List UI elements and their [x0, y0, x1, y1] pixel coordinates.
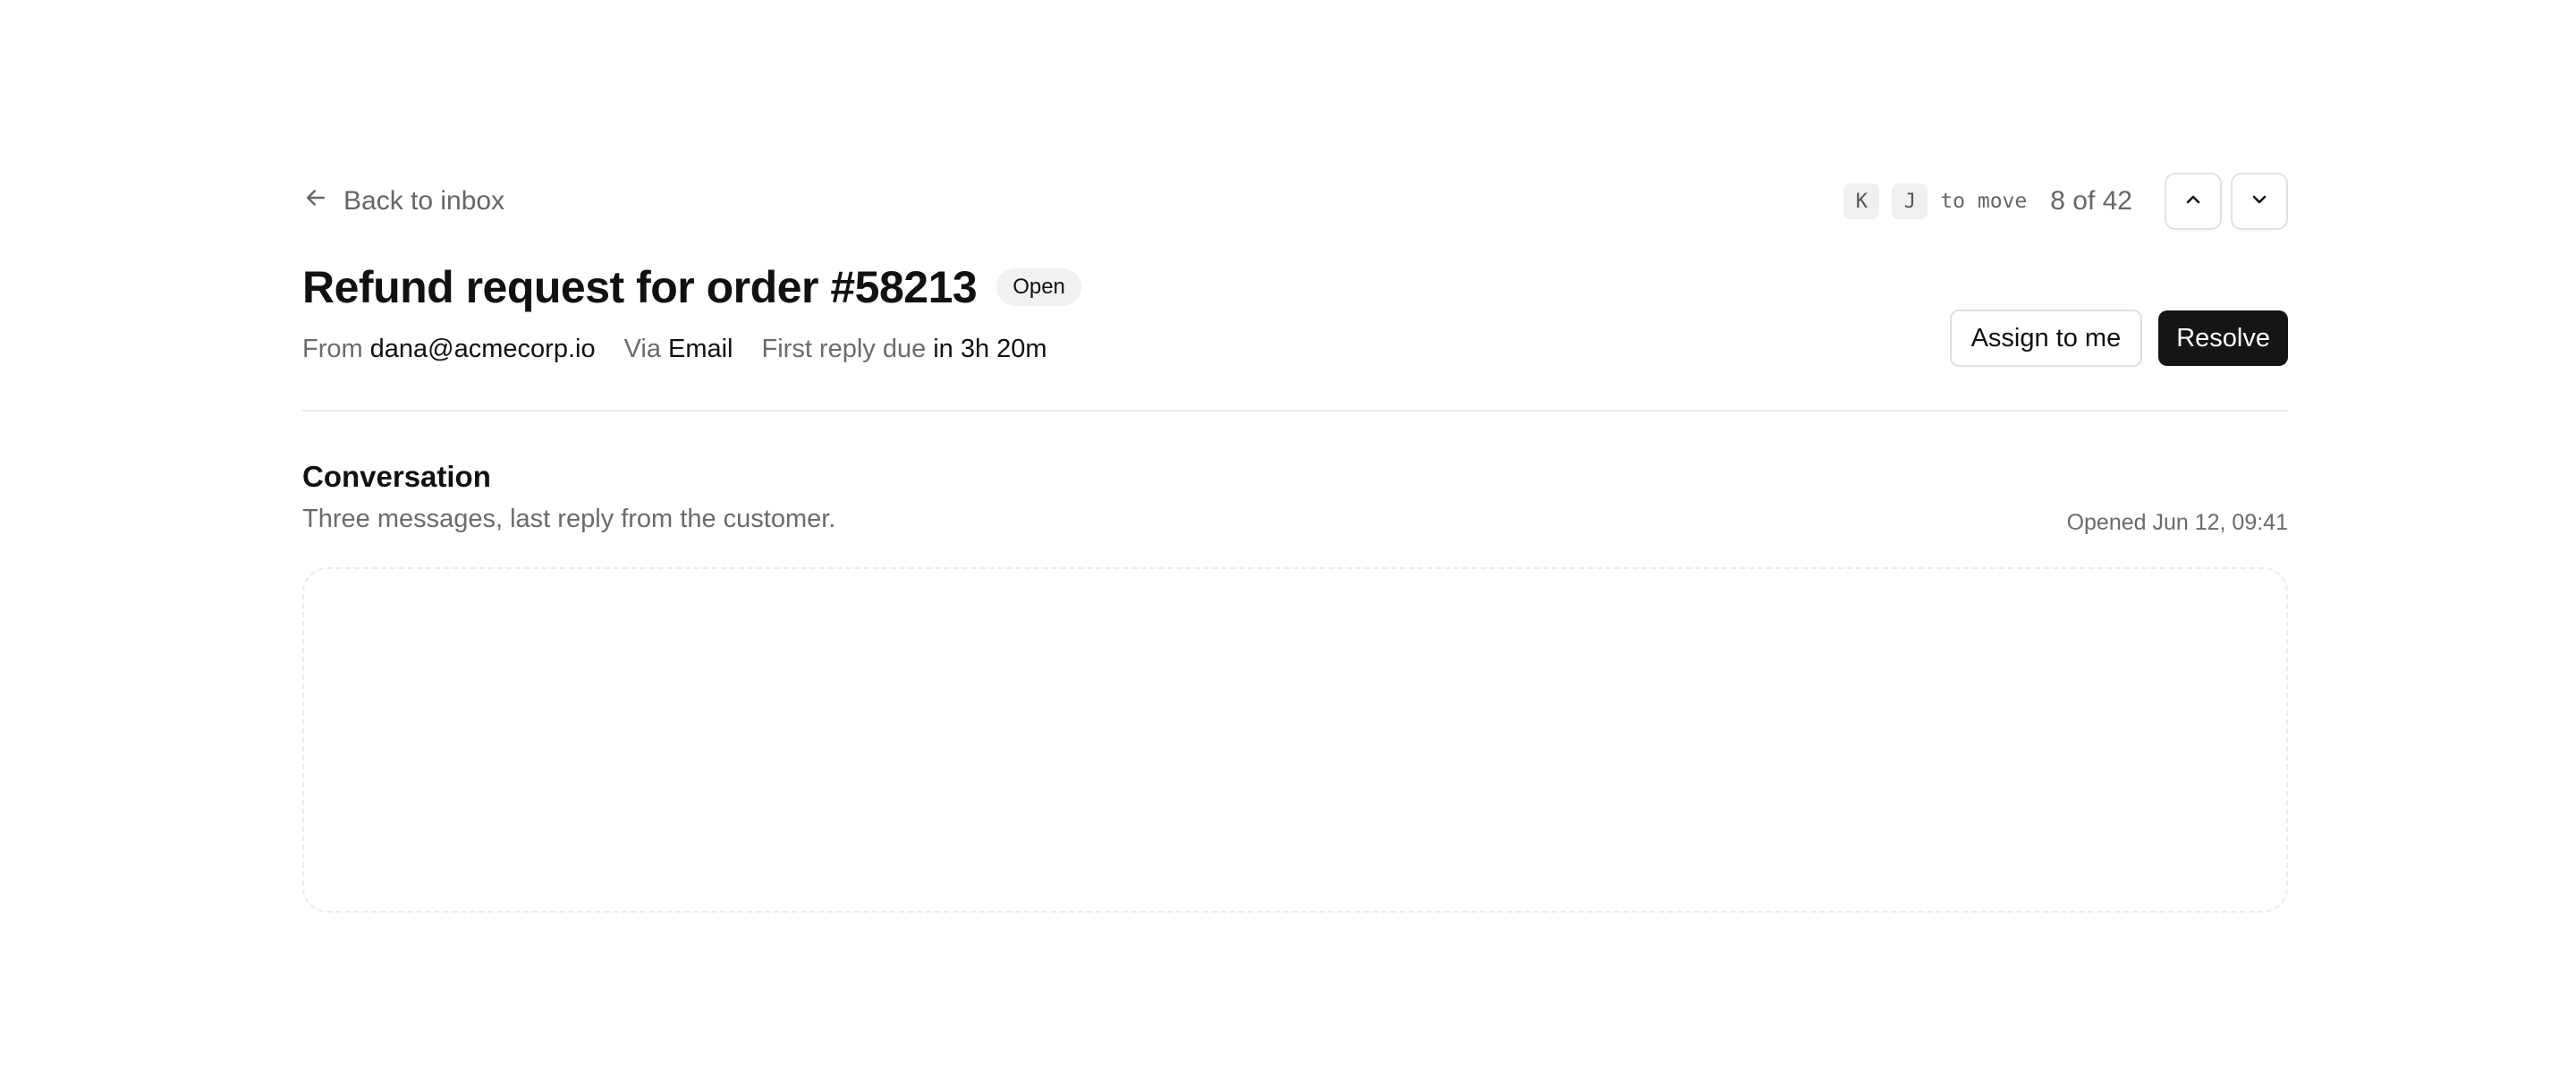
status-badge: Open: [996, 268, 1081, 306]
meta-from: From dana@acmecorp.io: [302, 335, 596, 364]
back-to-inbox-link[interactable]: Back to inbox: [302, 172, 504, 231]
ticket-actions: Assign to me Resolve: [1949, 310, 2288, 367]
meta-via-label: Via: [623, 334, 661, 363]
meta-from-label: From: [302, 334, 363, 363]
next-ticket-button[interactable]: [2231, 173, 2288, 230]
meta-due-value: in 3h 20m: [933, 334, 1047, 363]
opened-timestamp: Opened Jun 12, 09:41: [2066, 510, 2288, 535]
assign-to-me-button[interactable]: Assign to me: [1949, 310, 2143, 367]
meta-due-label: First reply due: [761, 334, 927, 363]
page-title: Refund request for order #58213: [302, 262, 978, 312]
arrow-left-icon: [302, 184, 329, 218]
meta-due: First reply due in 3h 20m: [762, 335, 1047, 364]
meta-from-value: dana@acmecorp.io: [369, 334, 596, 363]
ticket-page: Back to inbox K J to move 8 of 42 Refund…: [302, 0, 2288, 1079]
meta-via: Via Email: [624, 335, 733, 364]
conversation-subtitle: Three messages, last reply from the cust…: [302, 505, 836, 533]
chevron-down-icon: [2249, 189, 2270, 215]
ticket-header: Refund request for order #58213 Open: [302, 258, 1081, 317]
ticket-position: 8 of 42: [2050, 186, 2132, 216]
top-navigation: Back to inbox K J to move 8 of 42: [302, 172, 2288, 231]
shortcut-key-j: J: [1892, 183, 1928, 219]
ticket-meta: From dana@acmecorp.io Via Email First re…: [302, 331, 1076, 367]
shortcut-hint: to move: [1940, 190, 2028, 213]
meta-via-value: Email: [667, 334, 733, 363]
resolve-button[interactable]: Resolve: [2158, 310, 2288, 366]
shortcut-key-k: K: [1843, 183, 1880, 219]
previous-ticket-button[interactable]: [2165, 173, 2222, 230]
header-divider: [302, 410, 2288, 412]
back-to-inbox-label: Back to inbox: [343, 186, 505, 216]
conversation-title: Conversation: [302, 460, 491, 493]
ticket-pager: K J to move 8 of 42: [1843, 172, 2288, 231]
conversation-panel: [302, 567, 2288, 913]
chevron-up-icon: [2182, 189, 2204, 215]
